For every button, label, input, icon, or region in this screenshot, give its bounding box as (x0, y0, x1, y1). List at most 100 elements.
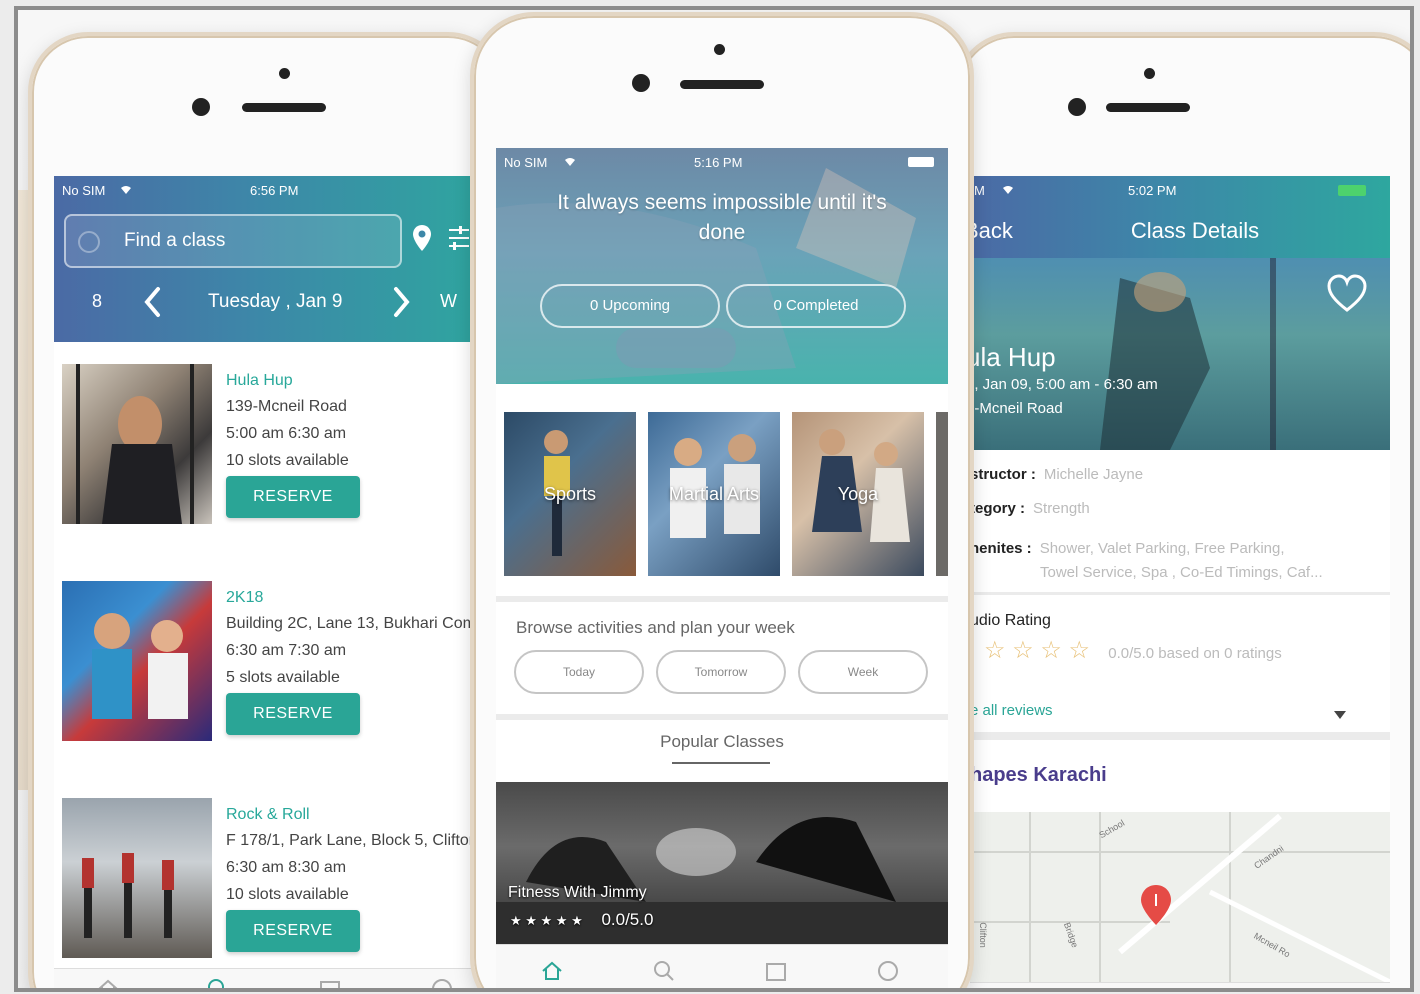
divider (970, 732, 1390, 740)
tab-bar (496, 944, 948, 988)
status-bar: M 5:02 PM (970, 176, 1390, 204)
hero-address: 9-Mcneil Road (970, 400, 1063, 417)
profile-icon[interactable] (1312, 991, 1336, 992)
phone-center: No SIM 5:16 PM It always seems impossibl… (470, 12, 974, 988)
chevron-left-icon[interactable] (140, 284, 166, 320)
class-address: 139-Mcneil Road (226, 398, 347, 415)
rating-stars: ☆ ☆ ☆ ☆ (984, 637, 1091, 664)
today-filter-button[interactable]: Today (514, 650, 644, 694)
category-label: Sports (543, 484, 597, 504)
class-address: F 178/1, Park Lane, Block 5, Clifton (226, 832, 478, 849)
category-card-martial-arts[interactable]: Martial Arts (648, 412, 780, 576)
screen-center: No SIM 5:16 PM It always seems impossibl… (496, 148, 948, 988)
class-slots: 10 slots available (226, 886, 349, 903)
rating-heading: udio Rating (970, 612, 1051, 629)
profile-icon[interactable] (430, 977, 454, 988)
page-title: Class Details (1130, 218, 1260, 243)
home-icon[interactable] (540, 959, 564, 983)
search-placeholder: Find a class (124, 230, 226, 251)
favorite-heart-icon[interactable] (1326, 274, 1368, 314)
clock-label: 5:16 PM (694, 155, 743, 170)
list-item: 2K18 Building 2C, Lane 13, Bukhari Com 6… (54, 581, 494, 781)
hero-datetime: e, Jan 09, 5:00 am - 6:30 am (970, 376, 1158, 393)
reserve-class-button[interactable]: RESERVE CLASS (226, 476, 360, 547)
home-icon[interactable] (96, 977, 120, 988)
chevron-down-icon[interactable] (1334, 706, 1346, 719)
filter-icon[interactable] (447, 224, 469, 252)
rating-row: ☆ ☆ ☆ ☆ 0.0/5.0 based on 0 ratings (970, 636, 1282, 665)
battery-icon (1338, 185, 1366, 196)
popular-class-name: Fitness With Jimmy (508, 884, 647, 901)
category-card-sports[interactable]: Sports (504, 412, 636, 576)
reserve-class-button[interactable]: RESERVE CLASS (226, 693, 360, 764)
wifi-icon (118, 183, 134, 198)
popular-class-card[interactable]: Fitness With Jimmy ★ ★ ★ ★ ★ 0.0/5.0 (496, 782, 948, 944)
class-name[interactable]: Rock & Roll (226, 806, 310, 824)
heading-underline (672, 762, 770, 764)
class-slots: 10 slots available (226, 452, 349, 469)
phone-right: M 5:02 PM Back Class Details ula Hup e, … (954, 32, 1410, 992)
instructor-value: Michelle Jayne (1043, 466, 1144, 483)
class-slots: 5 slots available (226, 669, 340, 686)
class-time: 5:00 am 6:30 am (226, 425, 347, 442)
carrier-label: M (974, 183, 985, 198)
category-label: Martial Arts (668, 484, 760, 504)
search-input[interactable]: Find a class (64, 214, 402, 268)
status-bar: No SIM 5:16 PM (496, 148, 948, 176)
upcoming-pill[interactable]: 0 Upcoming (540, 284, 720, 328)
chevron-right-icon[interactable] (388, 284, 414, 320)
list-item: Rock & Roll F 178/1, Park Lane, Block 5,… (54, 798, 494, 988)
completed-pill[interactable]: 0 Completed (726, 284, 906, 328)
profile-icon[interactable] (876, 959, 900, 983)
search-icon[interactable] (1088, 991, 1112, 992)
divider (970, 592, 1390, 595)
studio-name[interactable]: hapes Karachi (970, 764, 1107, 787)
home-icon[interactable] (978, 991, 1002, 992)
category-row: tegory : Strength (970, 500, 1090, 517)
earpiece-speaker (242, 103, 326, 112)
calendar-icon[interactable] (1200, 991, 1224, 992)
screen-left: No SIM 6:56 PM Find a class 8 Tuesday , … (54, 176, 494, 988)
hero-class-name: ula Hup (970, 342, 1056, 372)
location-pin-icon[interactable] (411, 224, 433, 252)
week-filter-button[interactable]: Week (798, 650, 928, 694)
search-icon[interactable] (206, 977, 230, 988)
map-pin-icon[interactable] (1140, 884, 1172, 926)
tab-bar (54, 968, 494, 988)
instructor-label: structor : (970, 466, 1036, 483)
search-icon (78, 231, 100, 253)
camera-dot (632, 74, 650, 92)
clock-label: 5:02 PM (1128, 183, 1177, 198)
class-hero-image: ula Hup e, Jan 09, 5:00 am - 6:30 am 9-M… (970, 258, 1390, 450)
popular-class-rating: ★ ★ ★ ★ ★ 0.0/5.0 (510, 910, 653, 930)
sensor-dot (714, 44, 725, 55)
divider (496, 714, 948, 720)
location-map[interactable]: School Chandni Clifton Bridge Mcneil Ro (970, 812, 1390, 985)
carrier-label: No SIM (504, 155, 548, 170)
class-thumbnail (62, 364, 212, 524)
carrier-label: No SIM (62, 183, 106, 198)
search-icon[interactable] (652, 959, 676, 983)
class-address: Building 2C, Lane 13, Bukhari Com (226, 615, 476, 632)
class-thumbnail (62, 581, 212, 741)
calendar-icon[interactable] (318, 977, 342, 988)
category-card-yoga[interactable]: Yoga (792, 412, 924, 576)
category-value: Strength (1033, 500, 1090, 517)
amenities-label: nenites : (970, 540, 1032, 557)
class-name[interactable]: Hula Hup (226, 372, 293, 390)
tomorrow-filter-button[interactable]: Tomorrow (656, 650, 786, 694)
prev-day-label[interactable]: 8 (92, 291, 102, 312)
list-item: Hula Hup 139-Mcneil Road 5:00 am 6:30 am… (54, 364, 494, 564)
screen-right: M 5:02 PM Back Class Details ula Hup e, … (970, 176, 1390, 992)
camera-dot (1068, 98, 1086, 116)
browse-heading: Browse activities and plan your week (516, 618, 795, 637)
tab-bar (970, 982, 1390, 992)
next-day-label[interactable]: W (440, 291, 457, 312)
reserve-class-button[interactable]: RESERVE CLASS (226, 910, 360, 981)
earpiece-speaker (680, 80, 764, 89)
class-name[interactable]: 2K18 (226, 589, 263, 607)
sensor-dot (279, 68, 290, 79)
calendar-icon[interactable] (764, 959, 788, 983)
see-all-reviews-link[interactable]: e all reviews (970, 702, 1053, 719)
category-card-partial[interactable] (936, 412, 948, 576)
